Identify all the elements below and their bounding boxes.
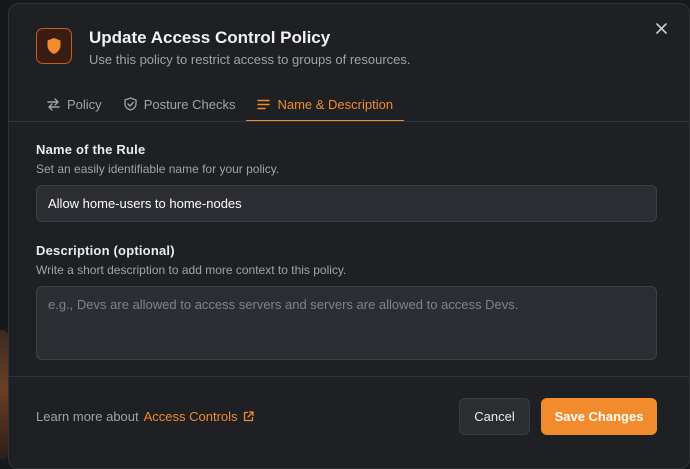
tab-bar: Policy Posture Checks Name & Description [36,88,405,122]
form-body: Name of the Rule Set an easily identifia… [36,142,657,360]
tab-label: Posture Checks [143,96,236,112]
policy-dialog: Update Access Control Policy Use this po… [8,3,690,469]
dialog-title: Update Access Control Policy [89,28,331,47]
tab-posture-checks[interactable]: Posture Checks [113,88,247,122]
dialog-header: Update Access Control Policy Use this po… [9,4,689,82]
footer-divider [9,376,689,377]
description-help: Write a short description to add more co… [36,263,347,277]
tab-name-description[interactable]: Name & Description [246,88,405,122]
text-lines-icon [257,99,271,109]
cancel-button[interactable]: Cancel [459,398,530,435]
rule-name-label: Name of the Rule [36,142,146,157]
save-changes-button[interactable]: Save Changes [541,398,657,435]
close-icon [655,22,667,34]
link-label: Access Controls [143,409,238,424]
tab-divider [9,121,689,122]
rule-name-help: Set an easily identifiable name for your… [36,162,280,176]
description-textarea[interactable]: e.g., Devs are allowed to access servers… [36,286,657,360]
tab-label: Policy [67,96,102,112]
external-link-icon [243,411,254,422]
shield-icon [36,28,72,64]
shield-check-icon [124,97,137,111]
description-label: Description (optional) [36,243,175,258]
learn-more-text: Learn more about [36,409,139,424]
learn-more: Learn more about Access Controls [36,409,254,424]
backdrop [0,330,8,460]
rule-name-input[interactable]: Allow home-users to home-nodes [36,185,657,222]
close-button[interactable] [651,18,671,38]
tab-label: Name & Description [277,96,394,112]
tab-policy[interactable]: Policy [36,88,113,122]
arrows-swap-icon [47,97,60,111]
dialog-subtitle: Use this policy to restrict access to gr… [89,52,411,67]
access-controls-link[interactable]: Access Controls [144,409,254,424]
